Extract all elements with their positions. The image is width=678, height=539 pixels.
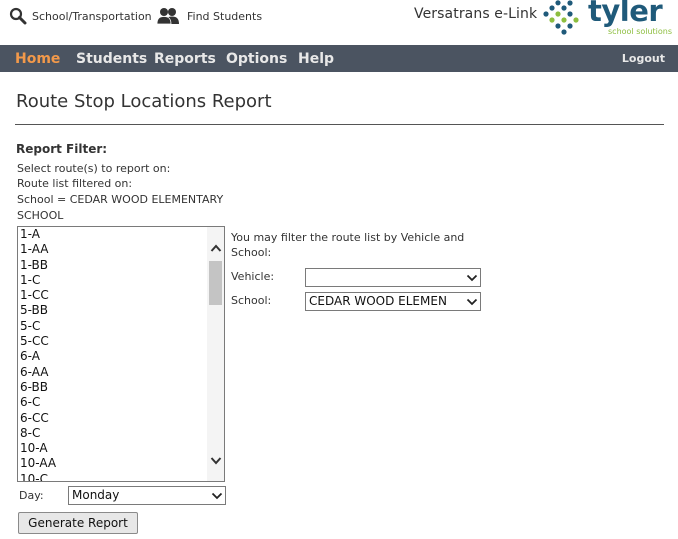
route-option[interactable]: 1-CC (18, 288, 206, 303)
day-select[interactable]: Monday (68, 486, 226, 505)
route-option[interactable]: 6-C (18, 395, 206, 410)
chevron-down-icon (208, 487, 225, 504)
chevron-down-icon (463, 293, 480, 310)
route-option[interactable]: 1-AA (18, 242, 206, 257)
day-select-value: Monday (72, 488, 120, 502)
tyler-logo: tyler school solutions (540, 0, 675, 40)
route-option[interactable]: 10-AA (18, 456, 206, 471)
find-students-label: Find Students (187, 9, 263, 23)
school-select-value: CEDAR WOOD ELEMEN (309, 294, 447, 308)
scroll-down-button[interactable] (207, 452, 224, 469)
route-option[interactable]: 5-CC (18, 334, 206, 349)
route-option[interactable]: 1-A (18, 227, 206, 242)
nav-options[interactable]: Options (226, 45, 287, 72)
page-title: Route Stop Locations Report (16, 91, 272, 112)
route-list-scrollbar[interactable] (207, 227, 224, 481)
nav-home[interactable]: Home (15, 45, 60, 72)
chevron-up-icon (210, 244, 221, 252)
route-option[interactable]: 6-BB (18, 380, 206, 395)
filter-note: You may filter the route list by Vehicle… (231, 231, 465, 259)
scroll-up-button[interactable] (207, 239, 224, 256)
route-option[interactable]: 10-A (18, 441, 206, 456)
route-list-items: 1-A 1-AA 1-BB 1-C 1-CC 5-BB 5-C 5-CC 6-A 6-AA 6-BB… (18, 227, 206, 481)
scroll-thumb[interactable] (209, 261, 222, 305)
school-label: School: (231, 294, 272, 307)
route-option[interactable]: 5-BB (18, 303, 206, 318)
school-transportation-search-link[interactable]: School/Transportation (9, 4, 152, 28)
top-bar: School/Transportation Find Students Vers… (0, 0, 678, 44)
people-icon (156, 7, 182, 25)
title-divider (15, 124, 664, 125)
route-option[interactable]: 6-A (18, 349, 206, 364)
route-option[interactable]: 1-BB (18, 258, 206, 273)
school-filter-description: School = CEDAR WOOD ELEMENTARY SCHOOL (17, 193, 224, 222)
report-filter-heading: Report Filter: (16, 142, 108, 156)
main-nav: Home Students Reports Options Help Logou… (0, 45, 678, 72)
tyler-dots-logo-icon (543, 0, 579, 35)
day-label: Day: (19, 489, 44, 502)
logout-link[interactable]: Logout (622, 45, 665, 72)
nav-help[interactable]: Help (298, 45, 334, 72)
select-routes-instruction: Select route(s) to report on: (17, 162, 171, 175)
route-option[interactable]: 10-C (18, 472, 206, 481)
route-option[interactable]: 6-CC (18, 411, 206, 426)
route-list[interactable]: 1-A 1-AA 1-BB 1-C 1-CC 5-BB 5-C 5-CC 6-A 6-AA 6-BB… (17, 226, 225, 482)
vehicle-label: Vehicle: (231, 270, 275, 283)
brand-name: tyler (588, 0, 663, 28)
route-option[interactable]: 6-AA (18, 365, 206, 380)
search-icon (9, 7, 27, 25)
filtered-on-label: Route list filtered on: (17, 177, 133, 190)
find-students-link[interactable]: Find Students (156, 4, 262, 28)
route-option[interactable]: 5-C (18, 319, 206, 334)
school-transportation-label: School/Transportation (32, 9, 152, 23)
route-option[interactable]: 8-C (18, 426, 206, 441)
nav-reports[interactable]: Reports (154, 45, 216, 72)
product-name: Versatrans e-Link (414, 6, 538, 22)
generate-report-button[interactable]: Generate Report (18, 512, 138, 534)
vehicle-select[interactable] (305, 268, 481, 287)
chevron-down-icon (463, 269, 480, 286)
school-select[interactable]: CEDAR WOOD ELEMEN (305, 292, 481, 311)
chevron-down-icon (210, 456, 221, 464)
route-option[interactable]: 1-C (18, 273, 206, 288)
nav-students[interactable]: Students (76, 45, 147, 72)
brand-tagline: school solutions (608, 27, 673, 36)
